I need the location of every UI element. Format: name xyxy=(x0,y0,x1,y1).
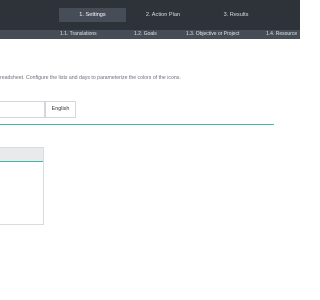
list-panel-header xyxy=(0,148,43,162)
language-select[interactable]: English xyxy=(45,101,76,118)
tab-action-plan[interactable]: 2. Action Plan xyxy=(131,8,195,22)
list-panel xyxy=(0,147,44,225)
subtab-objective-or-project[interactable]: 1.3. Objective or Project xyxy=(186,30,239,39)
settings-description: readsheet. Configure the lists and days … xyxy=(0,75,181,81)
tab-settings[interactable]: 1. Settings xyxy=(59,8,126,22)
text-input[interactable] xyxy=(0,101,45,118)
top-navigation-bar: 1. Settings 2. Action Plan 3. Results xyxy=(0,0,300,30)
language-row: English xyxy=(0,101,300,118)
subtab-goals[interactable]: 1.2. Goals xyxy=(134,30,157,39)
sub-navigation-bar: 1.1. Translations 1.2. Goals 1.3. Object… xyxy=(0,30,300,39)
section-divider xyxy=(0,124,274,125)
subtab-translations[interactable]: 1.1. Translations xyxy=(60,30,97,39)
tab-results[interactable]: 3. Results xyxy=(204,8,268,22)
subtab-resource[interactable]: 1.4. Resource xyxy=(266,30,297,39)
